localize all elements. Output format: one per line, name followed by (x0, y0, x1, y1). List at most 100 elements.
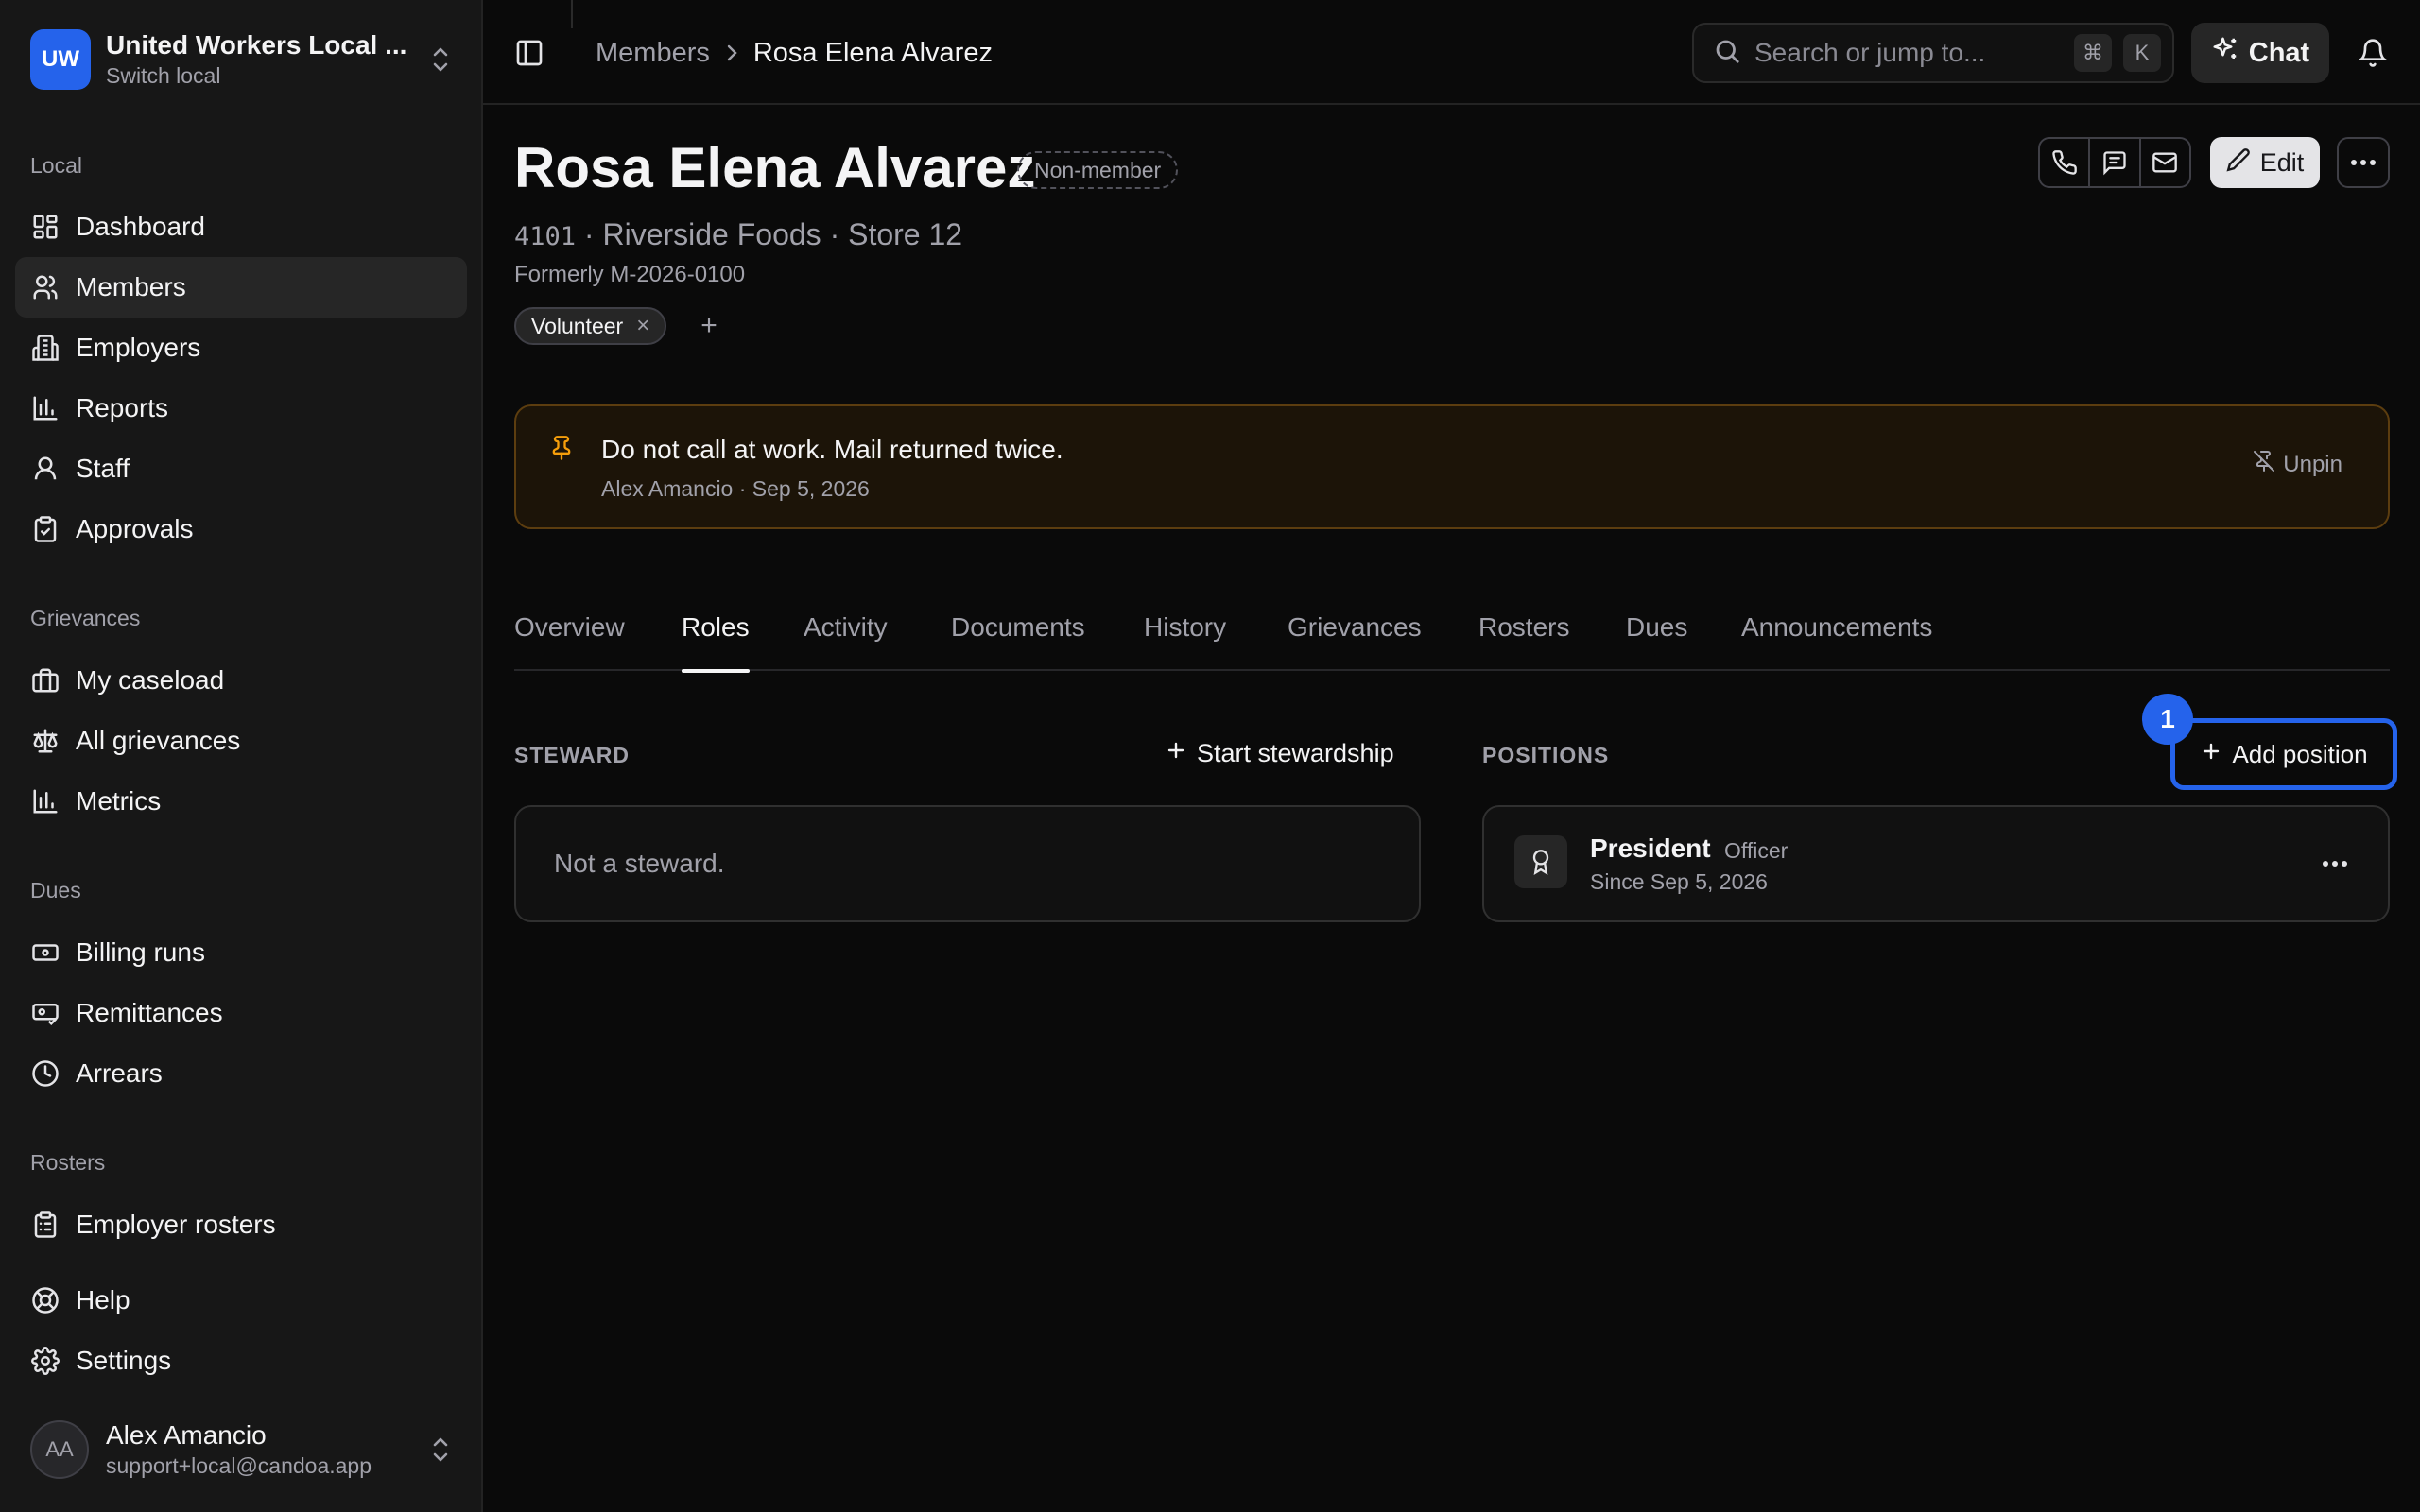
tab-activity[interactable]: Activity (804, 605, 888, 671)
clipboard-check-icon (30, 514, 60, 544)
edit-label: Edit (2259, 147, 2305, 177)
sidebar-item-remittances[interactable]: Remittances (15, 983, 467, 1043)
sidebar: UW United Workers Local ... Switch local… (0, 0, 483, 1512)
tab-history[interactable]: History (1144, 605, 1226, 671)
tab-rosters[interactable]: Rosters (1478, 605, 1569, 671)
divider (571, 0, 573, 28)
sidebar-item-label: Staff (76, 454, 130, 483)
start-stewardship-button[interactable]: Start stewardship (1165, 739, 1394, 768)
org-name: United Workers Local ... (106, 30, 407, 60)
add-position-label: Add position (2232, 739, 2368, 768)
sidebar-item-reports[interactable]: Reports (15, 378, 467, 438)
tab-announcements[interactable]: Announcements (1741, 605, 1932, 671)
section-label-grievances: Grievances (30, 606, 141, 630)
more-options-button[interactable] (2337, 137, 2390, 188)
sidebar-item-label: Remittances (76, 998, 223, 1027)
tab-overview[interactable]: Overview (514, 605, 625, 671)
sidebar-item-approvals[interactable]: Approvals (15, 499, 467, 559)
more-horizontal-icon (2350, 154, 2377, 171)
unpin-button[interactable]: Unpin (2253, 450, 2342, 479)
tab-grievances[interactable]: Grievances (1288, 605, 1422, 671)
more-horizontal-icon[interactable] (2316, 849, 2354, 879)
phone-icon[interactable] (2040, 139, 2091, 186)
kbd-cmd: ⌘ (2074, 34, 2112, 72)
mail-icon[interactable] (2141, 139, 2189, 186)
org-avatar: UW (30, 29, 91, 90)
section-label-local: Local (30, 153, 82, 178)
sidebar-toggle-icon[interactable] (510, 34, 548, 72)
sidebar-item-employer-rosters[interactable]: Employer rosters (15, 1194, 467, 1255)
breadcrumb-members[interactable]: Members (596, 38, 710, 69)
tab-dues[interactable]: Dues (1626, 605, 1687, 671)
sidebar-item-staff[interactable]: Staff (15, 438, 467, 499)
add-position-button[interactable]: Add position (2170, 718, 2397, 790)
bell-icon[interactable] (2354, 34, 2392, 72)
position-card: President Officer Since Sep 5, 2026 (1482, 805, 2390, 922)
steward-section-label: STEWARD (514, 743, 630, 767)
sidebar-item-label: Employers (76, 333, 201, 362)
sidebar-item-members[interactable]: Members (15, 257, 467, 318)
member-number: 4101 (514, 222, 577, 251)
user-email: support+local@candoa.app (106, 1453, 372, 1478)
search-icon (1713, 37, 1741, 70)
position-title: President (1590, 833, 1711, 863)
positions-section-label: POSITIONS (1482, 743, 1610, 767)
steward-empty-state: Not a steward. (514, 805, 1421, 922)
sidebar-item-employers[interactable]: Employers (15, 318, 467, 378)
award-icon (1514, 835, 1567, 888)
tab-documents[interactable]: Documents (951, 605, 1085, 671)
receipt-icon (30, 998, 60, 1028)
users-icon (30, 272, 60, 302)
chat-button[interactable]: Chat (2191, 23, 2329, 83)
sidebar-item-label: Arrears (76, 1058, 163, 1088)
search-placeholder: Search or jump to... (1754, 38, 1986, 67)
edit-button[interactable]: Edit (2210, 137, 2320, 188)
chevrons-up-down-icon (425, 1431, 456, 1469)
building-icon (30, 333, 60, 363)
tag-label: Volunteer (531, 313, 624, 338)
sidebar-item-all-grievances[interactable]: All grievances (15, 711, 467, 771)
note-text: Do not call at work. Mail returned twice… (601, 435, 1063, 464)
add-tag-button[interactable]: + (698, 310, 720, 342)
formerly-id: Formerly M-2026-0100 (514, 262, 746, 287)
tab-bar: Overview Roles Activity Documents Histor… (514, 605, 2390, 673)
sidebar-item-label: All grievances (76, 726, 241, 755)
gear-icon (30, 1346, 60, 1376)
breadcrumb: Members Rosa Elena Alvarez (596, 34, 993, 72)
tab-roles[interactable]: Roles (682, 605, 750, 673)
pinned-note: Do not call at work. Mail returned twice… (514, 404, 2390, 529)
avatar: AA (30, 1420, 89, 1479)
sparkles-icon (2211, 35, 2239, 71)
lifebuoy-icon (30, 1285, 60, 1315)
close-icon[interactable]: × (636, 313, 649, 339)
dashboard-icon (30, 212, 60, 242)
chevrons-up-down-icon (425, 41, 456, 78)
sidebar-item-label: Members (76, 272, 186, 301)
sidebar-item-dashboard[interactable]: Dashboard (15, 197, 467, 257)
user-menu[interactable]: AA Alex Amancio support+local@candoa.app (30, 1419, 456, 1480)
section-label-dues: Dues (30, 878, 81, 902)
step-badge: 1 (2142, 694, 2193, 745)
sidebar-item-arrears[interactable]: Arrears (15, 1043, 467, 1104)
sidebar-item-label: Employer rosters (76, 1210, 276, 1239)
bar-chart-icon (30, 393, 60, 423)
org-switcher[interactable]: UW United Workers Local ... Switch local (30, 28, 456, 91)
member-workplace: · Riverside Foods · Store 12 (576, 217, 963, 251)
sidebar-item-my-caseload[interactable]: My caseload (15, 650, 467, 711)
sidebar-item-help[interactable]: Help (15, 1270, 467, 1331)
search-input[interactable]: Search or jump to... ⌘ K (1692, 23, 2174, 83)
plus-icon (2200, 740, 2222, 769)
pencil-icon (2226, 147, 2251, 179)
sidebar-item-label: Billing runs (76, 937, 205, 967)
sidebar-item-settings[interactable]: Settings (15, 1331, 467, 1391)
note-author: Alex Amancio · Sep 5, 2026 (601, 476, 870, 501)
member-meta: 4101 · Riverside Foods · Store 12 (514, 215, 962, 256)
tag-chip: Volunteer × (514, 307, 667, 345)
start-stewardship-label: Start stewardship (1197, 739, 1394, 767)
sidebar-item-metrics[interactable]: Metrics (15, 771, 467, 832)
unpin-label: Unpin (2283, 451, 2342, 477)
pin-off-icon (2253, 450, 2275, 479)
sidebar-item-billing-runs[interactable]: Billing runs (15, 922, 467, 983)
message-icon[interactable] (2090, 139, 2141, 186)
briefcase-icon (30, 665, 60, 696)
